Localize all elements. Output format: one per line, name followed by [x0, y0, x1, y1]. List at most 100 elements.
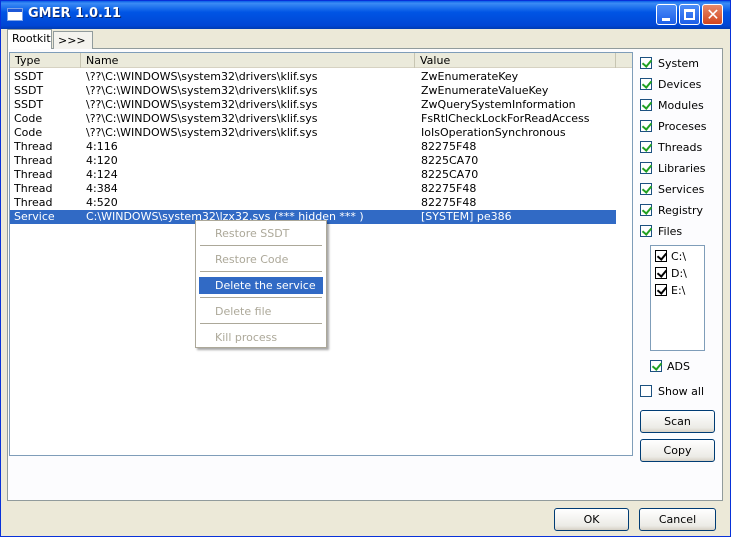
main-window: GMER 1.0.11 ✕ Rootkit >>> Type Name Valu… [0, 0, 731, 537]
minimize-button[interactable] [656, 4, 677, 25]
option-label: Registry [658, 204, 704, 217]
status-area [7, 457, 633, 501]
cell-value: ZwEnumerateKey [421, 70, 519, 83]
cell-type: SSDT [14, 84, 44, 97]
column-header-type[interactable]: Type [10, 53, 81, 68]
scan-button[interactable]: Scan [640, 410, 715, 433]
tab-rootkit[interactable]: Rootkit [7, 29, 52, 49]
cell-name: 4:124 [86, 168, 118, 181]
cell-name: \??\C:\WINDOWS\system32\drivers\klif.sys [86, 126, 318, 139]
ok-button[interactable]: OK [554, 508, 629, 531]
cell-value: ZwEnumerateValueKey [421, 84, 549, 97]
option-label: System [658, 57, 700, 70]
option-label: Show all [658, 385, 705, 398]
checkbox-libraries[interactable] [640, 162, 652, 174]
table-row[interactable]: Thread 4:520 82275F48 [10, 196, 616, 210]
menu-separator [200, 323, 322, 324]
menu-separator [200, 297, 322, 298]
copy-button[interactable]: Copy [640, 439, 715, 462]
checkbox-processes[interactable] [640, 120, 652, 132]
menu-item-delete-file[interactable]: Delete file [199, 303, 323, 320]
option-label: ADS [667, 360, 690, 373]
cell-type: Thread [14, 168, 53, 181]
menu-item-restore-code[interactable]: Restore Code [199, 251, 323, 268]
cell-value: ZwQuerySystemInformation [421, 98, 576, 111]
option-label: Devices [658, 78, 702, 91]
cell-value: IoIsOperationSynchronous [421, 126, 566, 139]
cell-value: 82275F48 [421, 140, 477, 153]
menu-item-delete-service[interactable]: Delete the service [199, 277, 323, 294]
checkbox-registry[interactable] [640, 204, 652, 216]
list-header: Type Name Value [10, 53, 632, 68]
cell-type: Thread [14, 154, 53, 167]
table-row[interactable]: SSDT \??\C:\WINDOWS\system32\drivers\klif… [10, 84, 616, 98]
cancel-button[interactable]: Cancel [639, 508, 716, 531]
table-row[interactable]: Thread 4:116 82275F48 [10, 140, 616, 154]
table-row[interactable]: Thread 4:120 8225CA70 [10, 154, 616, 168]
checkbox-files[interactable] [640, 225, 652, 237]
checkbox-modules[interactable] [640, 99, 652, 111]
drive-label: D:\ [671, 267, 687, 280]
drive-label: E:\ [671, 284, 686, 297]
cell-name: 4:384 [86, 182, 118, 195]
drive-list[interactable]: C:\ D:\ E:\ [650, 245, 705, 351]
option-label: Threads [658, 141, 703, 154]
option-label: Proceses [658, 120, 707, 133]
cell-type: Code [14, 112, 43, 125]
close-icon: ✕ [706, 5, 720, 24]
checkbox-threads[interactable] [640, 141, 652, 153]
checkbox-ads[interactable] [650, 360, 662, 372]
table-row[interactable]: SSDT \??\C:\WINDOWS\system32\drivers\klif… [10, 98, 616, 112]
tab-more[interactable]: >>> [53, 31, 93, 49]
table-row[interactable]: Code \??\C:\WINDOWS\system32\drivers\klif… [10, 126, 616, 140]
column-header-name[interactable]: Name [81, 53, 415, 68]
option-label: Libraries [658, 162, 706, 175]
list-body: SSDT \??\C:\WINDOWS\system32\drivers\klif… [10, 70, 632, 224]
window-title: GMER 1.0.11 [28, 6, 122, 21]
option-label: Modules [658, 99, 704, 112]
menu-item-kill-process[interactable]: Kill process [199, 329, 323, 346]
table-row[interactable]: Thread 4:124 8225CA70 [10, 168, 616, 182]
menu-item-restore-ssdt[interactable]: Restore SSDT [199, 225, 323, 242]
cell-value: [SYSTEM] pe386 [421, 210, 512, 223]
drive-label: C:\ [671, 250, 687, 263]
cell-name: \??\C:\WINDOWS\system32\drivers\klif.sys [86, 98, 318, 111]
context-menu: Restore SSDT Restore Code Delete the ser… [195, 220, 327, 348]
checkbox-drive-e[interactable] [655, 284, 667, 296]
cell-name: \??\C:\WINDOWS\system32\drivers\klif.sys [86, 84, 318, 97]
cell-name: \??\C:\WINDOWS\system32\drivers\klif.sys [86, 112, 318, 125]
menu-separator [200, 271, 322, 272]
option-label: Services [658, 183, 705, 196]
cell-type: Thread [14, 140, 53, 153]
minimize-icon [662, 18, 670, 21]
maximize-button[interactable] [679, 4, 700, 25]
checkbox-system[interactable] [640, 57, 652, 69]
cell-type: Code [14, 126, 43, 139]
cell-type: SSDT [14, 98, 44, 111]
title-bar[interactable]: GMER 1.0.11 ✕ [1, 1, 730, 29]
cell-type: Thread [14, 196, 53, 209]
option-label: Files [658, 225, 683, 238]
cell-name: 4:520 [86, 196, 118, 209]
cell-type: Thread [14, 182, 53, 195]
cell-value: 8225CA70 [421, 168, 479, 181]
app-window-icon [7, 8, 23, 21]
table-row[interactable]: Thread 4:384 82275F48 [10, 182, 616, 196]
close-button[interactable]: ✕ [702, 4, 723, 25]
cell-type: SSDT [14, 70, 44, 83]
cell-type: Service [14, 210, 55, 223]
cell-value: 8225CA70 [421, 154, 479, 167]
menu-separator [200, 245, 322, 246]
checkbox-show-all[interactable] [640, 385, 652, 397]
table-row[interactable]: SSDT \??\C:\WINDOWS\system32\drivers\klif… [10, 70, 616, 84]
checkbox-services[interactable] [640, 183, 652, 195]
cell-value: 82275F48 [421, 196, 477, 209]
checkbox-devices[interactable] [640, 78, 652, 90]
cell-value: FsRtlCheckLockForReadAccess [421, 112, 590, 125]
cell-value: 82275F48 [421, 182, 477, 195]
checkbox-drive-d[interactable] [655, 267, 667, 279]
table-row[interactable]: Code \??\C:\WINDOWS\system32\drivers\klif… [10, 112, 616, 126]
column-header-blank[interactable] [616, 53, 632, 68]
checkbox-drive-c[interactable] [655, 250, 667, 262]
column-header-value[interactable]: Value [415, 53, 616, 68]
